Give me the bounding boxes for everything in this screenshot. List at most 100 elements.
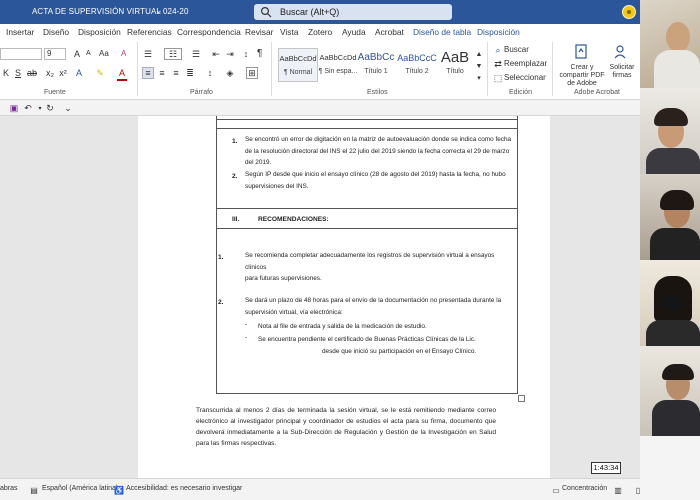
face-mask xyxy=(662,296,684,310)
styles-more-icon[interactable]: ▾ xyxy=(473,72,485,84)
borders-icon[interactable]: ⊞ xyxy=(246,67,258,79)
separator xyxy=(487,42,488,96)
increase-indent-icon[interactable]: ⇥ xyxy=(224,48,236,60)
align-right-icon[interactable]: ≡ xyxy=(170,67,182,79)
participant-video-5[interactable] xyxy=(640,346,700,436)
decrease-indent-icon[interactable]: ⇤ xyxy=(210,48,222,60)
account-avatar[interactable] xyxy=(622,5,636,19)
tab-vista[interactable]: Vista xyxy=(280,27,298,37)
create-pdf-icon[interactable] xyxy=(574,44,588,60)
bullets-icon[interactable]: ☰ xyxy=(142,48,154,60)
font-color-icon[interactable]: A xyxy=(116,67,128,79)
style-normal[interactable]: AaBbCcDd ¶ Normal xyxy=(278,48,318,82)
style-name: Título 1 xyxy=(364,68,388,75)
font-size-combo[interactable]: 9 xyxy=(44,48,66,60)
participant-video-3[interactable] xyxy=(640,174,700,260)
separator xyxy=(552,42,553,96)
styles-scroll-down-icon[interactable]: ▼ xyxy=(473,60,485,72)
font-name-combo[interactable] xyxy=(0,48,42,60)
multilevel-list-icon[interactable]: ☰ xyxy=(190,48,202,60)
word-count[interactable]: abras xyxy=(0,485,18,492)
strikethrough-icon[interactable]: ab xyxy=(26,67,38,79)
align-left-icon[interactable]: ≡ xyxy=(142,67,154,79)
participant-hair xyxy=(660,190,694,210)
proofing-icon[interactable]: ▤ xyxy=(28,484,40,496)
tab-acrobat[interactable]: Acrobat xyxy=(375,27,404,37)
participant-face xyxy=(666,22,690,52)
tab-disposicion[interactable]: Disposición xyxy=(78,27,121,37)
create-pdf-button[interactable]: Crear y compartir PDF de Adobe xyxy=(556,64,608,88)
request-signatures-icon[interactable] xyxy=(613,44,627,60)
underline-icon[interactable]: S xyxy=(12,67,24,79)
numbering-icon[interactable]: ☷ xyxy=(164,48,182,60)
participant-video-2[interactable] xyxy=(640,88,700,174)
shrink-font-button[interactable]: A xyxy=(86,50,91,57)
style-no-spacing[interactable]: AaBbCcDd ¶ Sin espa... xyxy=(318,48,358,82)
find-icon[interactable]: ⌕ xyxy=(492,44,504,56)
sort-icon[interactable]: ↕ xyxy=(240,48,252,60)
font-size-value: 9 xyxy=(47,49,52,58)
separator xyxy=(271,42,272,96)
focus-icon[interactable]: ▭ xyxy=(550,484,562,496)
tab-referencias[interactable]: Referencias xyxy=(127,27,172,37)
search-placeholder: Buscar (Alt+Q) xyxy=(280,7,340,17)
group-label-edit: Edición xyxy=(509,89,532,96)
superscript-icon[interactable]: x² xyxy=(57,67,69,79)
style-heading1[interactable]: AaBbCc Título 1 xyxy=(356,48,396,82)
align-center-icon[interactable]: ≡ xyxy=(156,67,168,79)
grow-font-button[interactable]: A xyxy=(74,49,80,59)
save-icon[interactable]: ▣ xyxy=(8,102,20,114)
accessibility-status[interactable]: Accesibilidad: es necesario investigar xyxy=(126,485,242,492)
style-heading2[interactable]: AaBbCcC Título 2 xyxy=(396,48,438,82)
style-preview: AaBbCcDd xyxy=(279,54,317,63)
style-title[interactable]: AaB Título xyxy=(440,48,470,82)
customize-toolbar-icon[interactable]: ⌄ xyxy=(62,102,74,114)
read-mode-icon[interactable]: ▥ xyxy=(612,484,624,496)
shading-icon[interactable]: ◈ xyxy=(224,67,236,79)
participant-video-4[interactable] xyxy=(640,260,700,346)
participant-body xyxy=(646,148,700,174)
item-number: 1. xyxy=(232,138,238,145)
focus-mode-button[interactable]: Concentración xyxy=(562,485,607,492)
redo-icon[interactable]: ↻ xyxy=(44,102,56,114)
language-status[interactable]: Español (América latina) xyxy=(42,485,118,492)
search-box[interactable]: Buscar (Alt+Q) xyxy=(254,4,452,20)
item-number: 2. xyxy=(218,299,224,306)
tab-revisar[interactable]: Revisar xyxy=(245,27,273,37)
select-button[interactable]: Seleccionar xyxy=(504,73,546,82)
participant-video-1[interactable] xyxy=(640,0,700,88)
tab-correspondencia[interactable]: Correspondencia xyxy=(177,27,241,37)
bullet-dash: - xyxy=(245,321,248,328)
justify-icon[interactable]: ≣ xyxy=(184,67,196,79)
styles-scroll-up-icon[interactable]: ▲ xyxy=(473,48,485,60)
tab-insertar[interactable]: Insertar xyxy=(6,27,34,37)
document-page[interactable]: 1. Se encontró un error de digitación en… xyxy=(138,116,550,478)
highlight-icon[interactable]: ✎ xyxy=(94,67,106,79)
tab-zotero[interactable]: Zotero xyxy=(308,27,332,37)
text-effects-icon[interactable]: A xyxy=(73,67,85,79)
tab-diseno[interactable]: Diseño xyxy=(43,27,69,37)
accessibility-icon[interactable]: ♿ xyxy=(113,484,125,496)
line-spacing-icon[interactable]: ↕ xyxy=(204,67,216,79)
replace-button[interactable]: Reemplazar xyxy=(504,59,547,68)
tab-ayuda[interactable]: Ayuda xyxy=(342,27,366,37)
sub-item-continuation: desde que inició su participación en el … xyxy=(322,348,477,355)
tab-disposicion-tabla[interactable]: Disposición xyxy=(477,27,520,37)
show-marks-button[interactable]: ¶ xyxy=(257,48,262,59)
change-case-button[interactable]: Aa xyxy=(99,49,109,58)
sub-item: Se encuentra pendiente el certificado de… xyxy=(258,336,476,343)
italic-icon[interactable]: K xyxy=(0,67,12,79)
tab-diseno-tabla[interactable]: Diseño de tabla xyxy=(413,27,471,37)
item-line: supervisión virtual, vía electrónica: xyxy=(245,308,343,316)
participant-body xyxy=(652,400,700,436)
subscript-icon[interactable]: x₂ xyxy=(44,67,56,79)
replace-icon[interactable]: ⇄ xyxy=(492,58,504,70)
chevron-down-icon[interactable]: ⌄ xyxy=(155,5,163,16)
select-icon[interactable]: ⬚ xyxy=(492,72,504,84)
find-button[interactable]: Buscar xyxy=(504,45,529,54)
item-number: 1. xyxy=(218,254,224,261)
table-resize-handle[interactable] xyxy=(518,395,525,402)
request-signatures-button[interactable]: Solicitar firmas xyxy=(607,64,637,80)
clear-format-button[interactable]: A xyxy=(121,49,126,58)
undo-icon[interactable]: ↶ xyxy=(22,102,34,114)
